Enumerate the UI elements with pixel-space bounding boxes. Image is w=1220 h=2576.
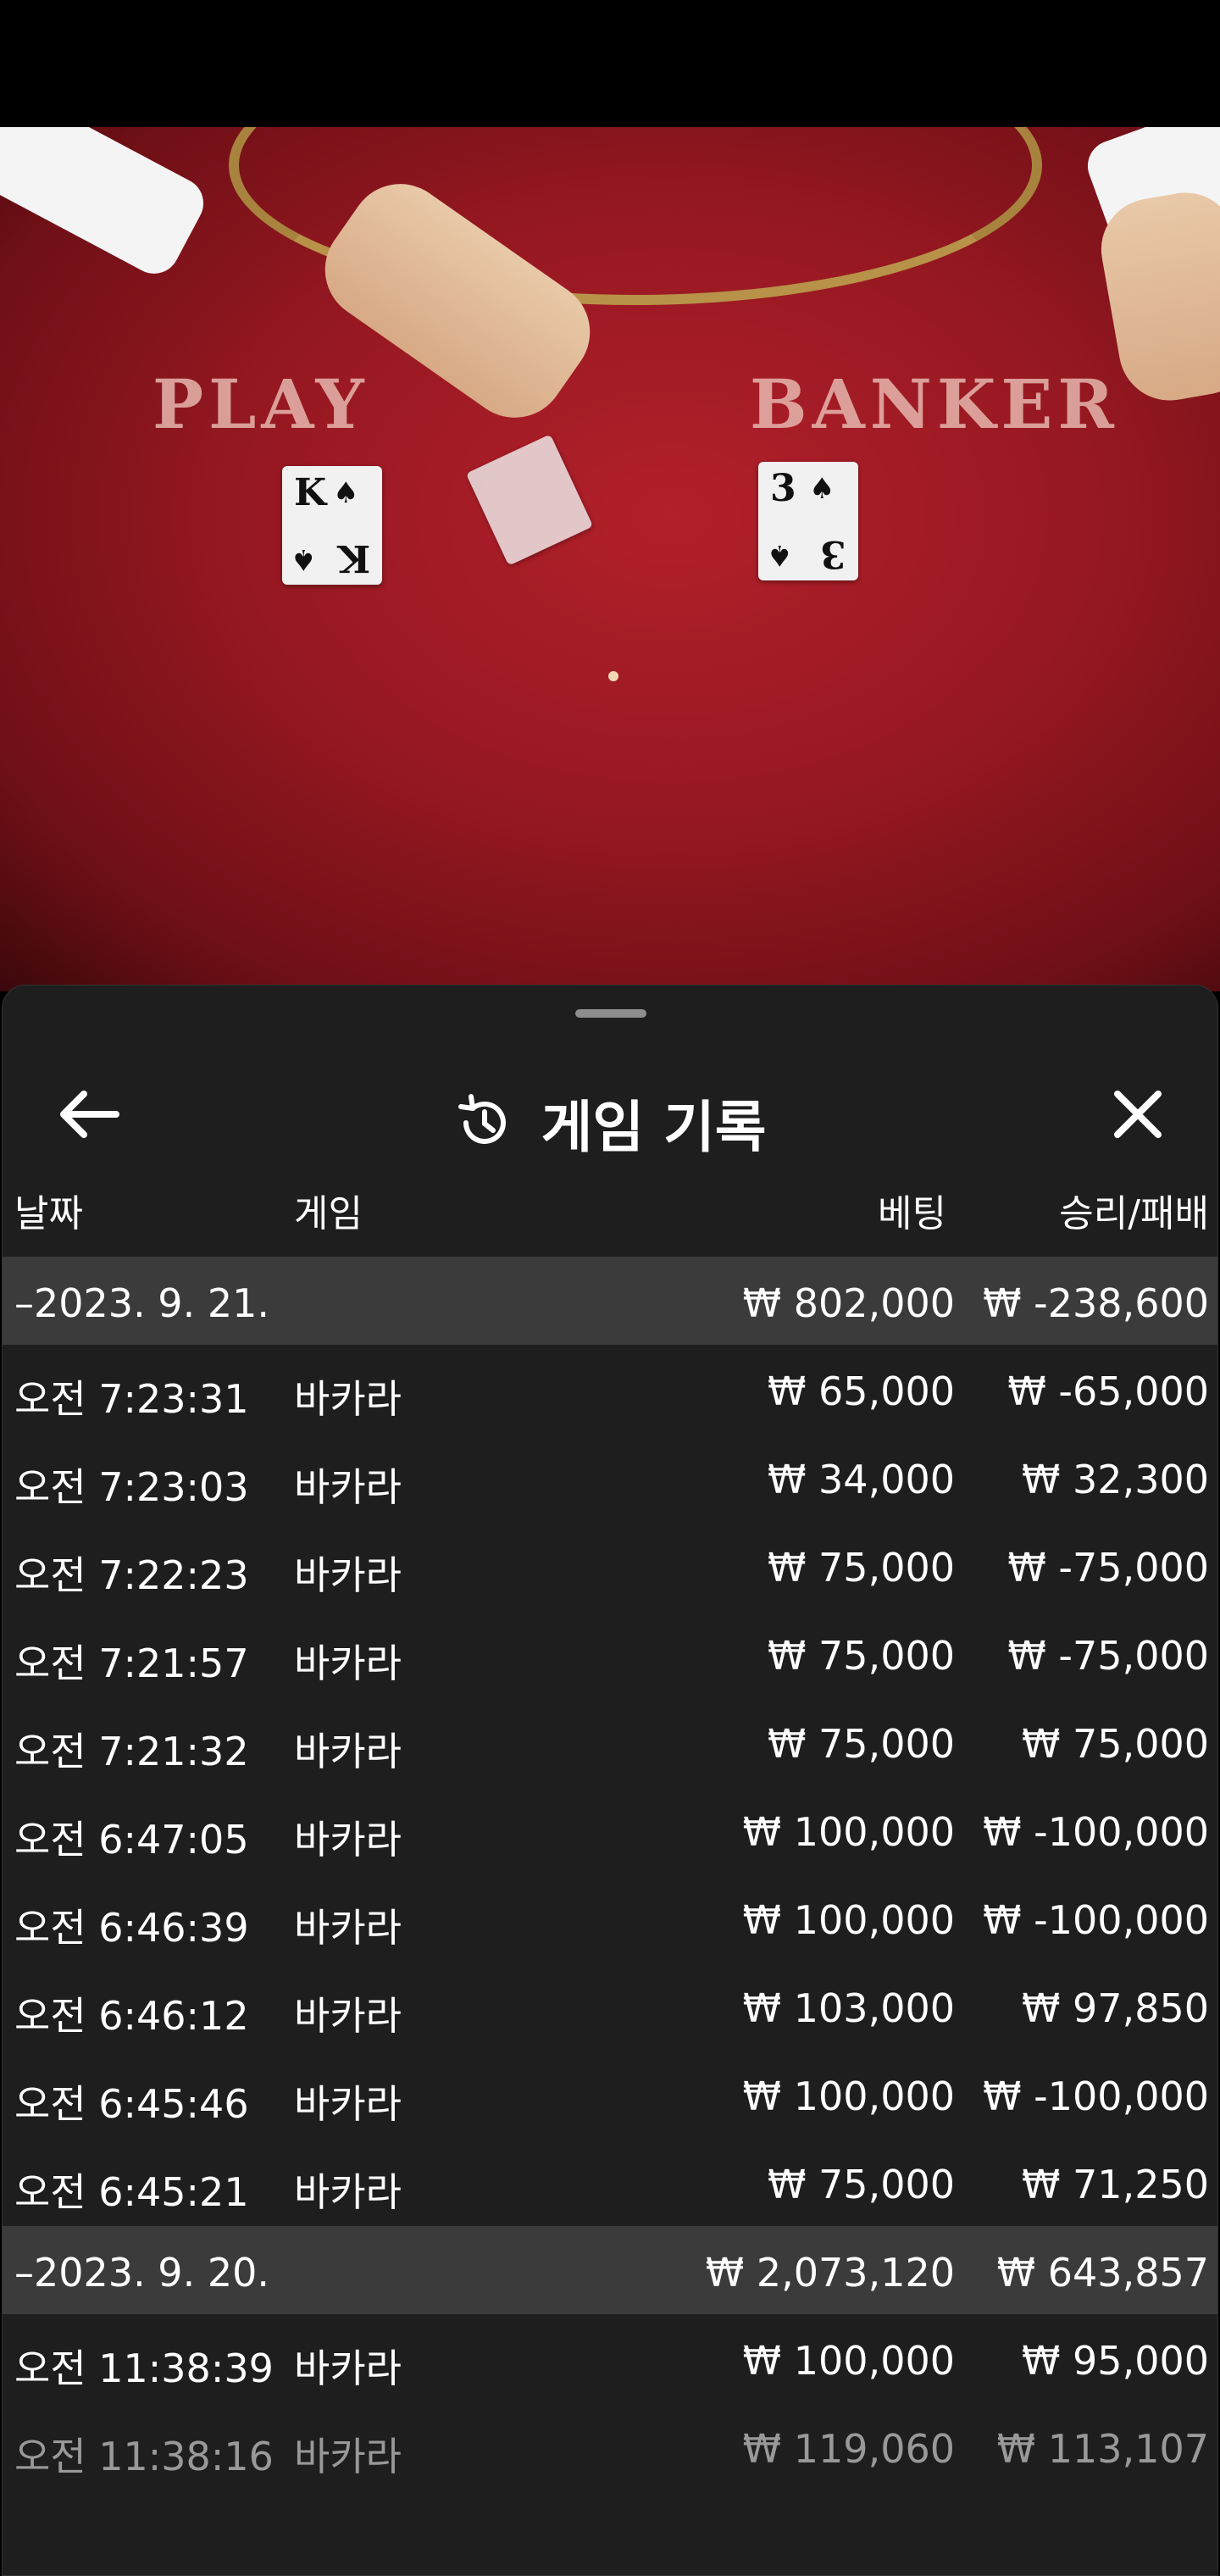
row-game: 바카라: [294, 2169, 402, 2215]
row-time: 오전 6:46:12: [14, 1993, 249, 2039]
history-row: 오전 6:46:39 바카라 ₩ 100,000 ₩ -100,000: [3, 1874, 1217, 1962]
row-bet: ₩ 2,073,120: [705, 2250, 955, 2296]
live-video-feed: PLAY BANKER K ♠ ♠ K 3 ♠ ♠ 3: [0, 127, 1220, 991]
column-headers: 날짜 게임 베팅 승리/패배: [3, 1176, 1217, 1244]
row-win-loss: ₩ -75,000: [1007, 1545, 1209, 1591]
row-game: 바카라: [294, 1993, 402, 2039]
row-win-loss: ₩ -100,000: [983, 1897, 1209, 1943]
drag-handle[interactable]: [575, 1009, 646, 1018]
history-row: 오전 7:21:57 바카라 ₩ 75,000 ₩ -75,000: [3, 1609, 1217, 1697]
row-game: 바카라: [294, 1729, 402, 1774]
row-bet: ₩ 100,000: [742, 2074, 955, 2119]
row-bet: ₩ 100,000: [742, 1897, 955, 1943]
row-win-loss: ₩ 95,000: [1021, 2338, 1209, 2384]
row-time: 오전 6:47:05: [14, 1817, 249, 1863]
status-bar: [0, 0, 1220, 127]
banker-card: 3 ♠ ♠ 3: [758, 462, 858, 580]
row-time: 오전 6:46:39: [14, 1905, 249, 1951]
row-win-loss: ₩ 71,250: [1021, 2162, 1209, 2207]
row-time: –2023. 9. 20.: [14, 2250, 269, 2296]
sheet-header: 게임 기록: [3, 1036, 1217, 1163]
column-header-win-loss: 승리/패배: [1059, 1192, 1209, 1235]
row-bet: ₩ 103,000: [742, 1985, 955, 2031]
row-game: 바카라: [294, 1641, 402, 1686]
history-row: 오전 6:47:05 바카라 ₩ 100,000 ₩ -100,000: [3, 1785, 1217, 1874]
row-game: 바카라: [294, 1376, 402, 1422]
history-row: 오전 6:45:21 바카라 ₩ 75,000 ₩ 71,250: [3, 2138, 1217, 2226]
row-win-loss: ₩ 113,107: [996, 2426, 1209, 2472]
row-win-loss: ₩ 97,850: [1021, 1985, 1209, 2031]
row-bet: ₩ 75,000: [767, 2162, 955, 2207]
dealer-sleeve-left: [0, 127, 213, 283]
row-win-loss: ₩ -100,000: [983, 1809, 1209, 1855]
history-row: 오전 11:38:39 바카라 ₩ 100,000 ₩ 95,000: [3, 2314, 1217, 2402]
table-label-player: PLAY: [152, 364, 369, 444]
row-bet: ₩ 119,060: [742, 2426, 955, 2472]
row-win-loss: ₩ -65,000: [1007, 1368, 1209, 1414]
date-group-row[interactable]: –2023. 9. 21. ₩ 802,000 ₩ -238,600: [3, 1257, 1217, 1345]
row-time: 오전 11:38:16: [14, 2434, 274, 2479]
history-row: 오전 6:45:46 바카라 ₩ 100,000 ₩ -100,000: [3, 2050, 1217, 2138]
row-bet: ₩ 100,000: [742, 1809, 955, 1855]
title-group: 게임 기록: [3, 1082, 1217, 1163]
row-game: 바카라: [294, 2081, 402, 2127]
row-time: 오전 11:38:39: [14, 2346, 274, 2391]
row-win-loss: ₩ 643,857: [996, 2250, 1209, 2296]
row-time: 오전 7:21:32: [14, 1729, 249, 1774]
row-game: 바카라: [294, 2346, 402, 2391]
row-game: 바카라: [294, 1817, 402, 1863]
row-time: –2023. 9. 21.: [14, 1280, 269, 1326]
row-time: 오전 7:23:31: [14, 1376, 249, 1422]
column-header-game: 게임: [294, 1192, 363, 1235]
row-win-loss: ₩ -75,000: [1007, 1633, 1209, 1679]
row-bet: ₩ 75,000: [767, 1721, 955, 1767]
row-win-loss: ₩ -238,600: [983, 1280, 1209, 1326]
history-row: 오전 7:21:32 바카라 ₩ 75,000 ₩ 75,000: [3, 1697, 1217, 1785]
column-header-bet: 베팅: [878, 1192, 946, 1235]
row-bet: ₩ 802,000: [742, 1280, 955, 1326]
row-bet: ₩ 34,000: [767, 1457, 955, 1502]
row-win-loss: ₩ 32,300: [1021, 1457, 1209, 1502]
history-list: –2023. 9. 21. ₩ 802,000 ₩ -238,600 오전 7:23:…: [3, 1257, 1217, 2490]
card-in-motion: [465, 434, 594, 566]
row-game: 바카라: [294, 1905, 402, 1951]
history-row: 오전 7:23:03 바카라 ₩ 34,000 ₩ 32,300: [3, 1433, 1217, 1521]
row-time: 오전 7:21:57: [14, 1641, 249, 1686]
history-row: 오전 6:46:12 바카라 ₩ 103,000 ₩ 97,850: [3, 1962, 1217, 2050]
row-game: 바카라: [294, 2434, 402, 2479]
row-bet: ₩ 65,000: [767, 1368, 955, 1414]
column-header-date: 날짜: [14, 1192, 83, 1235]
game-history-sheet: 게임 기록 날짜 게임 베팅 승리/패배 –2023. 9. 21. ₩ 802,…: [2, 985, 1218, 2576]
table-label-banker: BANKER: [750, 364, 1119, 444]
page-title: 게임 기록: [541, 1095, 767, 1160]
row-game: 바카라: [294, 1552, 402, 1598]
table-marker: [608, 671, 618, 681]
row-time: 오전 7:23:03: [14, 1464, 249, 1510]
history-row: 오전 7:23:31 바카라 ₩ 65,000 ₩ -65,000: [3, 1345, 1217, 1433]
row-bet: ₩ 75,000: [767, 1545, 955, 1591]
history-row: 오전 7:22:23 바카라 ₩ 75,000 ₩ -75,000: [3, 1521, 1217, 1609]
row-time: 오전 6:45:46: [14, 2081, 249, 2127]
row-bet: ₩ 100,000: [742, 2338, 955, 2384]
row-win-loss: ₩ 75,000: [1021, 1721, 1209, 1767]
row-time: 오전 7:22:23: [14, 1552, 249, 1598]
close-button[interactable]: [1104, 1080, 1172, 1148]
row-win-loss: ₩ -100,000: [983, 2074, 1209, 2119]
player-card: K ♠ ♠ K: [282, 466, 382, 585]
row-game: 바카라: [294, 1464, 402, 1510]
close-icon: [1114, 1091, 1162, 1138]
history-row: 오전 11:38:16 바카라 ₩ 119,060 ₩ 113,107: [3, 2402, 1217, 2490]
history-icon: [458, 1094, 506, 1144]
row-bet: ₩ 75,000: [767, 1633, 955, 1679]
row-time: 오전 6:45:21: [14, 2169, 249, 2215]
date-group-row[interactable]: –2023. 9. 20. ₩ 2,073,120 ₩ 643,857: [3, 2226, 1217, 2314]
